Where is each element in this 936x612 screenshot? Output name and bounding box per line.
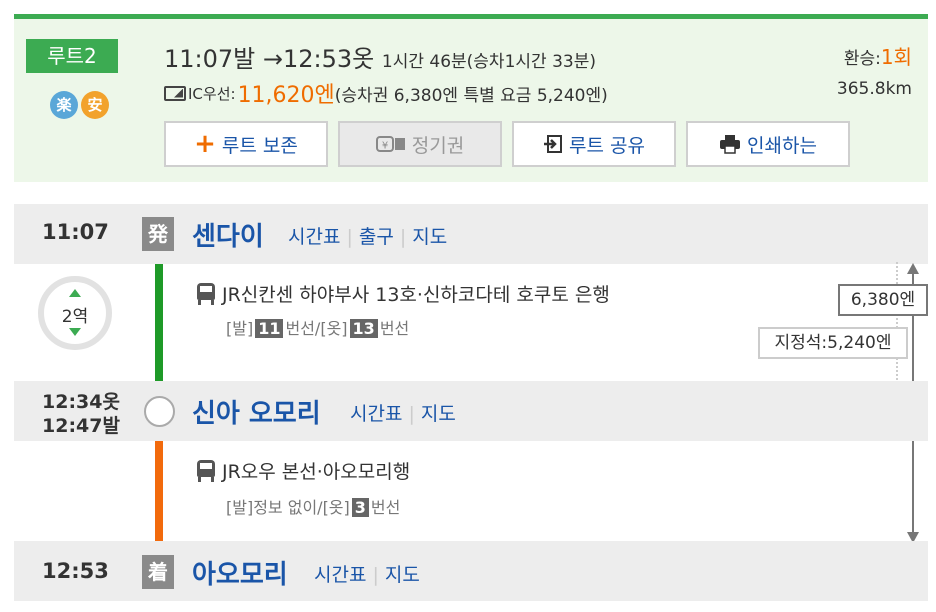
- train-info-ou: JR오우 본선·아오모리행: [196, 457, 410, 484]
- share-icon: [543, 134, 563, 154]
- save-route-button[interactable]: + 루트 보존: [164, 121, 328, 167]
- an-badge-icon: 安: [81, 91, 109, 119]
- arrive-time: 12:53옷: [283, 45, 375, 73]
- station-name[interactable]: 아오모리: [192, 554, 288, 591]
- train-name[interactable]: JR신칸센 하야부사 13호·신하코다테 호쿠토 은행: [222, 280, 610, 307]
- seat-fare: 지정석:5,240엔: [758, 327, 908, 359]
- separator: |: [372, 564, 379, 586]
- platform-number: 13: [349, 319, 378, 338]
- platform-dep-suffix: 번선/: [285, 319, 321, 338]
- transfer-node: [144, 396, 175, 427]
- print-label: 인쇄하는: [747, 134, 817, 157]
- depart-time: 11:07발: [164, 45, 256, 73]
- printer-icon: [719, 134, 741, 154]
- transfer-value: 1회: [880, 45, 912, 69]
- platform-number: 11: [255, 319, 284, 338]
- platform-arr-prefix: [옷]: [320, 319, 348, 338]
- map-link[interactable]: 지도: [421, 403, 456, 425]
- platform-arr-prefix: [옷]: [322, 498, 350, 517]
- route-badges: 楽安: [50, 91, 112, 119]
- fare-summary: IC우선: 11,620엔 (승차권 6,380엔 특별 요금 5,240엔): [164, 77, 608, 109]
- expand-down-icon: [69, 328, 81, 336]
- arrive-time: 12:34옷: [42, 391, 120, 413]
- route-summary: 루트2 楽安 11:07발 →12:53옷 1시간 46분(승차1시간 33분)…: [14, 14, 928, 182]
- train-name[interactable]: JR오우 본선·아오모리행: [222, 457, 410, 484]
- timetable-link[interactable]: 시간표: [288, 226, 340, 248]
- map-link[interactable]: 지도: [385, 564, 420, 586]
- svg-text:¥: ¥: [382, 141, 388, 152]
- train-icon: [196, 282, 216, 305]
- arrow-icon: →: [262, 45, 283, 73]
- separator: |: [346, 226, 353, 248]
- print-button[interactable]: 인쇄하는: [686, 121, 850, 167]
- expand-up-icon: [69, 289, 81, 297]
- ic-label: IC우선:: [188, 84, 236, 103]
- platform-info: [발]정보 없이/[옷] 3 번선: [226, 494, 400, 518]
- station-row-aomori: 12:53 着 아오모리 시간표 | 지도: [14, 541, 928, 601]
- platform-arr-suffix: 번선: [379, 319, 410, 338]
- station-links: 시간표 | 지도: [314, 560, 420, 587]
- station-links: 시간표 | 지도: [350, 399, 456, 426]
- duration: 1시간 46분(승차1시간 33분): [381, 52, 596, 72]
- fare-detail: (승차권 6,380엔 특별 요금 5,240엔): [334, 85, 608, 106]
- timetable-link[interactable]: 시간표: [350, 403, 402, 425]
- station-name[interactable]: 센다이: [192, 216, 264, 253]
- train-info-shinkansen: JR신칸센 하야부사 13호·신하코다테 호쿠토 은행: [196, 280, 610, 307]
- commuter-pass-icon: ¥: [375, 134, 406, 154]
- exit-link[interactable]: 출구: [359, 226, 394, 248]
- share-route-button[interactable]: 루트 공유: [512, 121, 676, 167]
- platform-dep: [발]정보 없이/: [226, 498, 323, 517]
- arrive-time: 12:53: [42, 559, 109, 583]
- station-name[interactable]: 신아 오모리: [192, 393, 321, 430]
- segment-fare: 6,380엔: [838, 284, 928, 316]
- total-fare: 11,620엔: [237, 83, 335, 108]
- share-route-label: 루트 공유: [569, 134, 645, 157]
- station-row-sendai: 11:07 発 센다이 시간표 | 출구 | 지도: [14, 204, 928, 264]
- plus-icon: +: [194, 129, 216, 159]
- depart-time: 12:47발: [42, 415, 120, 437]
- platform-dep-prefix: [발]: [226, 319, 254, 338]
- station-links: 시간표 | 출구 | 지도: [288, 222, 447, 249]
- time-summary: 11:07발 →12:53옷 1시간 46분(승차1시간 33분): [164, 39, 596, 74]
- platform-info: [발] 11 번선/[옷] 13 번선: [226, 315, 409, 339]
- timetable-link[interactable]: 시간표: [314, 564, 366, 586]
- depart-time: 11:07: [42, 220, 109, 244]
- seat-fare-range: [896, 262, 898, 380]
- map-link[interactable]: 지도: [412, 226, 447, 248]
- separator: |: [408, 403, 415, 425]
- depart-mark: 発: [142, 217, 174, 251]
- arrow-up-icon: [907, 263, 919, 274]
- distance: 365.8km: [836, 79, 912, 99]
- separator: |: [399, 226, 407, 248]
- stops-count: 2역: [61, 307, 89, 327]
- ic-card-icon: [164, 85, 186, 101]
- stops-count-toggle[interactable]: 2역: [38, 276, 112, 350]
- save-route-label: 루트 보존: [221, 134, 298, 157]
- raku-badge-icon: 楽: [50, 91, 78, 119]
- train-icon: [196, 459, 216, 482]
- commuter-pass-label: 정기권: [411, 134, 465, 157]
- transfer-count: 환승:1회: [844, 41, 912, 70]
- transfer-label: 환승:: [843, 49, 881, 69]
- arrive-mark: 着: [142, 555, 174, 589]
- platform-number: 3: [351, 498, 369, 517]
- platform-arr-suffix: 번선: [370, 498, 401, 517]
- route-label: 루트2: [26, 39, 118, 73]
- action-bar: + 루트 보존 ¥ 정기권 루트 공유 인쇄하는: [164, 121, 850, 167]
- commuter-pass-button[interactable]: ¥ 정기권: [338, 121, 502, 167]
